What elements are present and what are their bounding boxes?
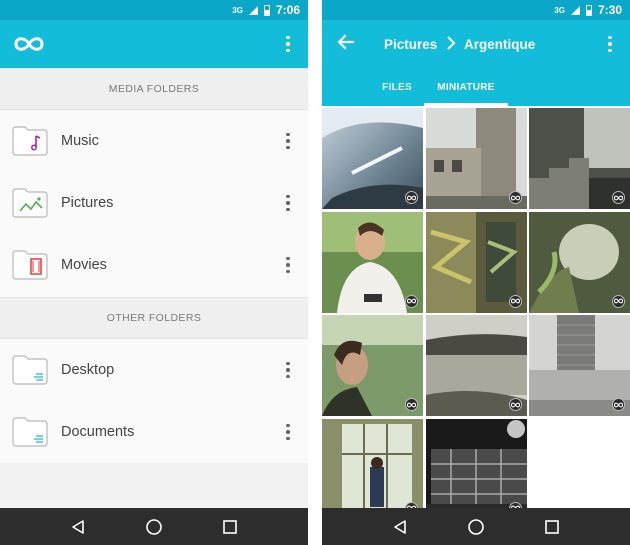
back-nav-icon[interactable]: [389, 516, 411, 538]
folder-row-documents[interactable]: Documents: [0, 401, 308, 463]
section-title: OTHER FOLDERS: [106, 312, 202, 324]
documents-folder-icon: [12, 417, 48, 447]
folder-label: Music: [61, 133, 99, 149]
tab-label: FILES: [382, 81, 412, 93]
section-title: MEDIA FOLDERS: [108, 83, 200, 95]
home-nav-icon[interactable]: [465, 516, 487, 538]
thumbnail-vespa-photo[interactable]: [322, 108, 423, 209]
thumbnail-night-building-photo[interactable]: [425, 418, 527, 508]
link-badge-icon: [612, 398, 625, 411]
tab-miniature[interactable]: MINIATURE: [424, 68, 508, 106]
folder-row-desktop[interactable]: Desktop: [0, 339, 308, 401]
thumbnail-window-person-photo[interactable]: [322, 418, 423, 508]
chevron-right-icon: [447, 36, 456, 50]
section-header-other: OTHER FOLDERS: [0, 297, 308, 339]
empty-area: [0, 463, 308, 508]
thumbnail-grid: [322, 106, 630, 508]
thumbnail-graffiti-photo[interactable]: [425, 211, 527, 313]
battery-icon: [263, 4, 270, 16]
folders-screen: 3G 7:06 MEDIA FOLDERS Music Pictures Mov…: [0, 0, 308, 545]
thumbnail-tower-photo[interactable]: [529, 315, 630, 416]
folder-menu-icon[interactable]: [278, 191, 298, 215]
thumbnail-man-smartphone-photo[interactable]: [322, 211, 423, 313]
folder-menu-icon[interactable]: [278, 129, 298, 153]
status-bar: 3G 7:30: [322, 0, 630, 20]
thumbnail-stairs-photo[interactable]: [529, 108, 630, 209]
folder-menu-icon[interactable]: [278, 420, 298, 444]
folder-label: Documents: [61, 424, 135, 440]
home-nav-icon[interactable]: [143, 516, 165, 538]
gallery-screen: 3G 7:30 Pictures Argentique FILES MINIAT…: [322, 0, 630, 545]
folder-row-music[interactable]: Music: [0, 110, 308, 172]
network-indicator: 3G: [554, 5, 565, 15]
clock: 7:06: [275, 3, 300, 17]
link-badge-icon: [405, 294, 418, 308]
movies-folder-icon: [12, 250, 48, 280]
signal-icon: [248, 5, 258, 15]
link-badge-icon: [508, 398, 522, 411]
more-options-icon[interactable]: [600, 32, 620, 56]
folder-label: Pictures: [61, 195, 114, 211]
system-nav-bar: [0, 508, 308, 545]
breadcrumb-parent[interactable]: Pictures: [384, 20, 437, 68]
battery-icon: [585, 4, 592, 16]
app-bar: [0, 20, 308, 68]
network-indicator: 3G: [232, 5, 243, 15]
link-badge-icon: [612, 191, 625, 204]
tab-bar: FILES MINIATURE: [322, 68, 630, 106]
back-arrow-icon[interactable]: [336, 32, 356, 52]
recents-nav-icon[interactable]: [541, 516, 563, 538]
folder-row-pictures[interactable]: Pictures: [0, 172, 308, 234]
link-badge-icon: [612, 294, 625, 308]
clock: 7:30: [597, 3, 622, 17]
link-badge-icon: [405, 191, 418, 204]
music-folder-icon: [12, 126, 48, 156]
folder-menu-icon[interactable]: [278, 253, 298, 277]
desktop-folder-icon: [12, 355, 48, 385]
back-nav-icon[interactable]: [67, 516, 89, 538]
folder-menu-icon[interactable]: [278, 358, 298, 382]
link-badge-icon: [508, 294, 522, 308]
app-logo-icon: [14, 37, 44, 51]
thumbnail-tunnel-graffiti-photo[interactable]: [529, 211, 630, 313]
link-badge-icon: [405, 398, 418, 411]
system-nav-bar: [322, 508, 630, 545]
status-bar: 3G 7:06: [0, 0, 308, 20]
thumbnail-lake-photo[interactable]: [425, 315, 527, 416]
tab-label: MINIATURE: [437, 81, 495, 93]
tab-files[interactable]: FILES: [370, 68, 424, 106]
pictures-folder-icon: [12, 188, 48, 218]
recents-nav-icon[interactable]: [219, 516, 241, 538]
section-header-media: MEDIA FOLDERS: [0, 68, 308, 110]
more-options-icon[interactable]: [278, 32, 298, 56]
thumbnail-woman-profile-photo[interactable]: [322, 315, 423, 416]
folder-label: Movies: [61, 257, 107, 273]
breadcrumb-current: Argentique: [464, 36, 536, 52]
folder-label: Desktop: [61, 362, 115, 378]
link-badge-icon: [508, 191, 522, 204]
folder-row-movies[interactable]: Movies: [0, 234, 308, 296]
signal-icon: [570, 5, 580, 15]
thumbnail-building-photo[interactable]: [425, 108, 527, 209]
